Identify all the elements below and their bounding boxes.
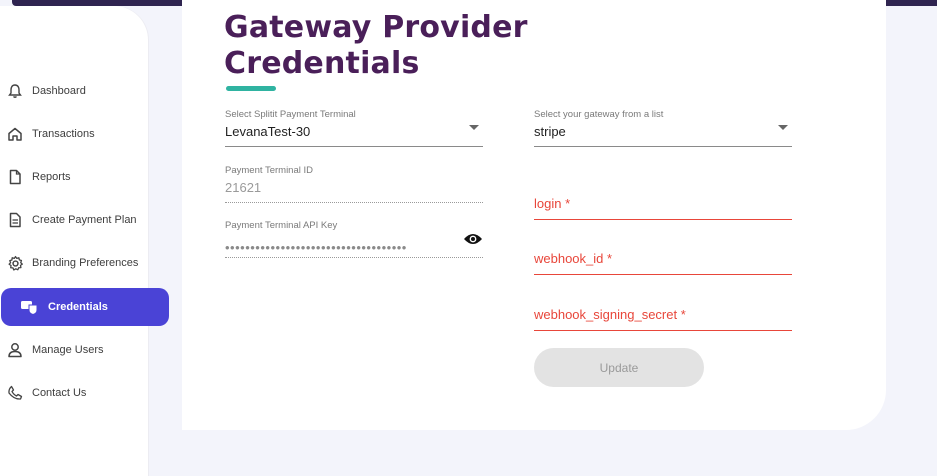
terminal-select-value: LevanaTest-30 <box>225 124 311 139</box>
sidebar-item-label: Contact Us <box>32 387 87 399</box>
api-key-label: Payment Terminal API Key <box>225 220 338 231</box>
api-key-field: Payment Terminal API Key •••••••••••••••… <box>225 220 483 258</box>
update-button[interactable]: Update <box>534 348 704 387</box>
sidebar-item-label: Transactions <box>32 128 95 140</box>
document-icon <box>6 168 24 186</box>
chevron-down-icon <box>469 125 479 130</box>
sidebar-item-contact-us[interactable]: Contact Us <box>0 374 170 412</box>
sidebar-item-manage-users[interactable]: Manage Users <box>0 331 170 369</box>
sidebar-item-label: Create Payment Plan <box>32 214 137 226</box>
terminal-id-field: Payment Terminal ID 21621 <box>225 165 483 203</box>
terminal-id-value: 21621 <box>225 180 262 195</box>
file-list-icon <box>6 211 24 229</box>
sidebar-item-label: Manage Users <box>32 344 104 356</box>
field-underline <box>534 330 792 331</box>
chevron-down-icon <box>778 125 788 130</box>
webhook-signing-secret-label: webhook_signing_secret * <box>534 307 686 322</box>
terminal-select[interactable]: Select Splitit Payment Terminal LevanaTe… <box>225 109 483 147</box>
sidebar-item-branding-preferences[interactable]: Branding Preferences <box>0 244 170 282</box>
home-icon <box>6 125 24 143</box>
gateway-select[interactable]: Select your gateway from a list stripe <box>534 109 792 147</box>
gear-icon <box>6 254 24 272</box>
login-field[interactable]: login * <box>534 196 792 220</box>
sidebar-item-transactions[interactable]: Transactions <box>0 115 170 153</box>
user-icon <box>6 341 24 359</box>
bell-icon <box>6 82 24 100</box>
title-underline <box>226 86 276 91</box>
gateway-select-label: Select your gateway from a list <box>534 109 664 120</box>
webhook-id-label: webhook_id * <box>534 251 613 266</box>
field-underline <box>534 146 792 147</box>
webhook-id-field[interactable]: webhook_id * <box>534 251 792 275</box>
field-underline <box>225 257 483 258</box>
page-title: Gateway Provider Credentials <box>224 10 528 81</box>
sidebar-item-reports[interactable]: Reports <box>0 158 170 196</box>
field-underline <box>534 219 792 220</box>
sidebar-item-label: Reports <box>32 171 71 183</box>
sidebar-item-dashboard[interactable]: Dashboard <box>0 72 170 110</box>
field-underline <box>225 146 483 147</box>
eye-icon[interactable] <box>463 232 483 246</box>
terminal-select-label: Select Splitit Payment Terminal <box>225 109 356 120</box>
webhook-signing-secret-field[interactable]: webhook_signing_secret * <box>534 307 792 331</box>
sidebar-item-label: Branding Preferences <box>32 257 139 269</box>
credential-icon <box>20 298 38 316</box>
sidebar-item-label: Credentials <box>48 301 108 313</box>
sidebar-item-create-payment-plan[interactable]: Create Payment Plan <box>0 201 170 239</box>
phone-icon <box>6 384 24 402</box>
terminal-id-label: Payment Terminal ID <box>225 165 313 176</box>
sidebar-item-credentials[interactable]: Credentials <box>1 288 169 326</box>
sidebar-item-label: Dashboard <box>32 85 86 97</box>
login-label: login * <box>534 196 571 211</box>
field-underline <box>534 274 792 275</box>
api-key-value: •••••••••••••••••••••••••••••••••••• <box>225 240 407 255</box>
field-underline <box>225 202 483 203</box>
gateway-select-value: stripe <box>534 124 566 139</box>
